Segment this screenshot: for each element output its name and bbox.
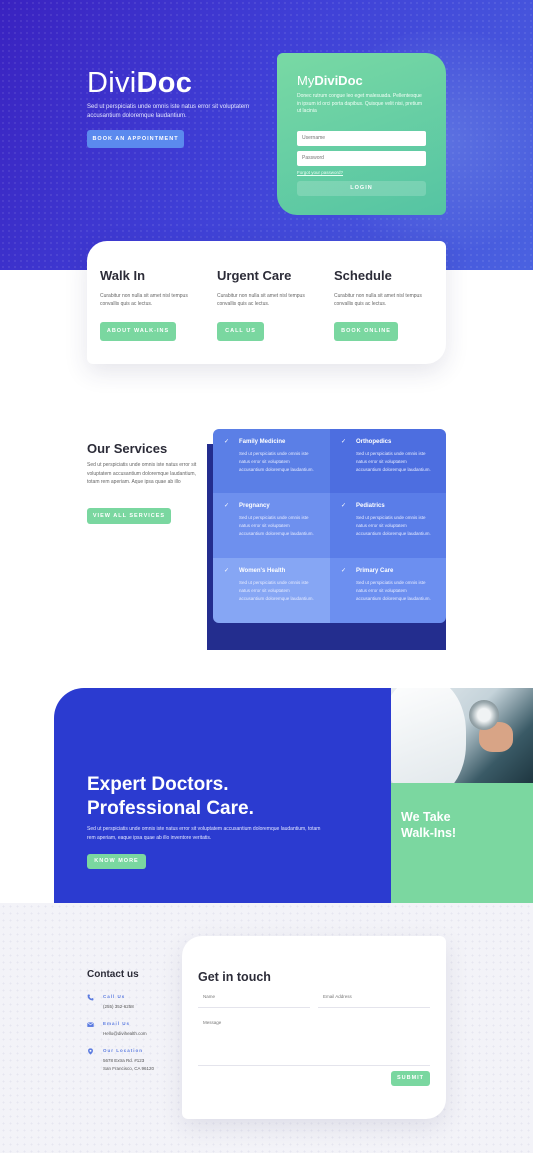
service-text: Sed ut perspiciatis unde omnis iste natu… <box>239 580 314 601</box>
login-title: MyDiviDoc <box>297 73 363 88</box>
service-text: Sed ut perspiciatis unde omnis iste natu… <box>239 515 314 536</box>
walk-ins-banner: We Take Walk-Ins! <box>391 783 533 903</box>
services-description: Sed ut perspiciatis unde omnis iste natu… <box>87 462 197 485</box>
service-tile-primary-care[interactable]: ✓ Primary Care Sed ut perspiciatis unde … <box>330 558 446 623</box>
service-title: Family Medicine <box>239 439 286 445</box>
quick-links-card: Walk In Curabitur non nulla sit amet nis… <box>87 241 446 364</box>
username-input[interactable] <box>297 131 426 146</box>
hero-section: DiviDoc Sed ut perspiciatis unde omnis i… <box>0 0 533 270</box>
email-placeholder: Email Address <box>323 994 352 999</box>
email-field[interactable]: Email Address <box>318 994 430 1008</box>
email-label: Email Us <box>103 1021 131 1026</box>
call-label: Call Us <box>103 994 126 999</box>
address-line2: San Francisco, CA 96120 <box>103 1065 155 1071</box>
services-title: Our Services <box>87 441 168 456</box>
service-title: Primary Care <box>356 568 394 574</box>
services-grid: ✓ Family Medicine Sed ut perspiciatis un… <box>213 429 446 623</box>
hero-description: Sed ut perspiciatis unde omnis iste natu… <box>87 104 250 119</box>
card-title: Urgent Care <box>217 268 292 283</box>
service-text: Sed ut perspiciatis unde omnis iste natu… <box>356 580 431 601</box>
name-placeholder: Name <box>203 994 216 999</box>
login-card: MyDiviDoc Donec rutrum congue leo eget m… <box>277 53 446 215</box>
service-tile-orthopedics[interactable]: ✓ Orthopedics Sed ut perspiciatis unde o… <box>330 429 446 493</box>
stethoscope-shape <box>469 700 499 730</box>
contact-form-card: Get in touch Name Email Address Message … <box>182 936 446 1119</box>
book-online-button[interactable]: Book Online <box>334 322 398 341</box>
check-icon: ✓ <box>224 568 230 574</box>
message-placeholder: Message <box>203 1020 222 1025</box>
logo-bold-part: Doc <box>136 67 193 99</box>
doctor-stethoscope-photo <box>391 688 533 783</box>
phone-icon <box>87 994 95 1002</box>
call-us-button[interactable]: Call Us <box>217 322 264 341</box>
schedule-column: Schedule Curabitur non nulla sit amet ni… <box>334 268 434 341</box>
expert-doctors-section: Expert Doctors. Professional Care. Sed u… <box>54 688 391 903</box>
logo-light-part: Divi <box>87 67 137 99</box>
message-field[interactable]: Message <box>198 1020 430 1066</box>
address-line1: 5678 Extra Rd. #123 <box>103 1058 145 1063</box>
service-title: Pregnancy <box>239 503 270 509</box>
service-tile-family-medicine[interactable]: ✓ Family Medicine Sed ut perspiciatis un… <box>213 429 330 493</box>
view-all-services-button[interactable]: View All Services <box>87 508 171 524</box>
check-icon: ✓ <box>341 503 347 509</box>
service-tile-pregnancy[interactable]: ✓ Pregnancy Sed ut perspiciatis unde omn… <box>213 493 330 558</box>
form-title: Get in touch <box>198 970 271 984</box>
card-title: Schedule <box>334 268 392 283</box>
check-icon: ✓ <box>341 568 347 574</box>
envelope-icon <box>87 1021 95 1029</box>
expert-title-line2: Professional Care. <box>87 798 254 819</box>
location-label: Our Location <box>103 1048 143 1053</box>
service-title: Pediatrics <box>356 503 385 509</box>
about-walk-ins-button[interactable]: About Walk-ins <box>100 322 176 341</box>
doctor-coat-shape <box>391 688 466 783</box>
login-title-bold: DiviDoc <box>314 73 363 88</box>
service-text: Sed ut perspiciatis unde omnis iste natu… <box>239 451 314 472</box>
card-title: Walk In <box>100 268 146 283</box>
phone-number[interactable]: (255) 352-6258 <box>103 1003 134 1011</box>
name-field[interactable]: Name <box>198 994 310 1008</box>
card-text: Curabitur non nulla sit amet nisl tempus… <box>334 293 422 307</box>
walk-ins-text: We Take Walk-Ins! <box>401 809 456 841</box>
service-tile-womens-health[interactable]: ✓ Women's Health Sed ut perspiciatis und… <box>213 558 330 623</box>
login-button[interactable]: Login <box>297 181 426 196</box>
card-text: Curabitur non nulla sit amet nisl tempus… <box>100 293 188 307</box>
service-tile-pediatrics[interactable]: ✓ Pediatrics Sed ut perspiciatis unde om… <box>330 493 446 558</box>
walk-in-column: Walk In Curabitur non nulla sit amet nis… <box>100 268 200 341</box>
service-title: Women's Health <box>239 568 286 574</box>
book-appointment-button[interactable]: Book an Appointment <box>87 130 184 148</box>
service-text: Sed ut perspiciatis unde omnis iste natu… <box>356 515 431 536</box>
expert-title-line1: Expert Doctors. <box>87 774 229 795</box>
expert-description: Sed ut perspiciatis unde omnis iste natu… <box>87 826 321 841</box>
urgent-care-column: Urgent Care Curabitur non nulla sit amet… <box>217 268 317 341</box>
contact-title: Contact us <box>87 969 139 980</box>
service-title: Orthopedics <box>356 439 392 445</box>
password-input[interactable] <box>297 151 426 166</box>
submit-button[interactable]: Submit <box>391 1071 430 1086</box>
walk-ins-line2: Walk-Ins! <box>401 826 457 840</box>
login-title-light: My <box>297 73 315 88</box>
email-address[interactable]: Hello@divihealth.com <box>103 1030 147 1038</box>
know-more-button[interactable]: Know More <box>87 854 146 869</box>
check-icon: ✓ <box>224 503 230 509</box>
check-icon: ✓ <box>224 439 230 445</box>
check-icon: ✓ <box>341 439 347 445</box>
walk-ins-line1: We Take <box>401 810 451 824</box>
location-pin-icon <box>87 1048 95 1056</box>
service-text: Sed ut perspiciatis unde omnis iste natu… <box>356 451 431 472</box>
card-text: Curabitur non nulla sit amet nisl tempus… <box>217 293 305 307</box>
forgot-password-link[interactable]: Forgot your password? <box>297 170 343 175</box>
login-description: Donec rutrum congue leo eget malesuada. … <box>297 93 423 114</box>
site-logo[interactable]: DiviDoc <box>87 67 192 100</box>
expert-title: Expert Doctors. Professional Care. <box>87 773 337 821</box>
address: 5678 Extra Rd. #123 San Francisco, CA 96… <box>103 1057 154 1072</box>
